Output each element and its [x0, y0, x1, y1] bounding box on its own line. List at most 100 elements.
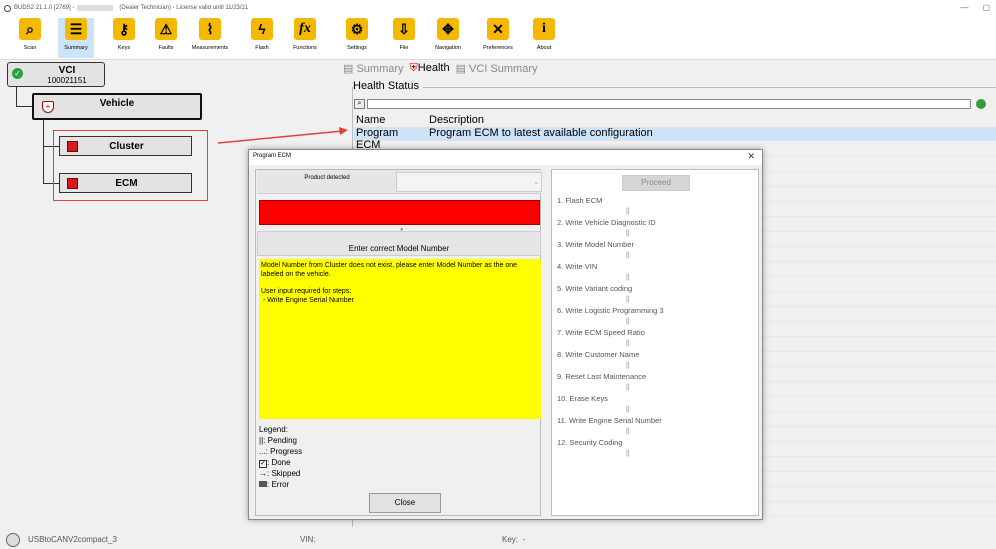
redacted-username: [77, 5, 114, 11]
toolbar-faults-button[interactable]: ⚠ Faults: [151, 18, 181, 58]
col-name-header[interactable]: Name: [354, 114, 425, 127]
message-text: - Write Engine Serial Number: [261, 297, 354, 304]
table-row[interactable]: Program ECM Program ECM to latest availa…: [354, 127, 996, 151]
product-row: Product detected ⌄: [257, 170, 542, 194]
toolbar-settings-label: Settings: [347, 45, 367, 51]
device-name: USBtoCANV2compact_3: [28, 535, 117, 544]
pending-mark: ||: [626, 274, 630, 281]
legend-error: : Error: [267, 480, 290, 489]
pending-mark: ||: [626, 362, 630, 369]
tree-node-vehicle[interactable]: + Vehicle: [32, 93, 202, 120]
enter-model-label: Enter correct Model Number: [257, 231, 541, 256]
close-icon[interactable]: ✕: [747, 151, 755, 162]
vin-label: VIN:: [300, 535, 316, 544]
pending-mark: ||: [626, 406, 630, 413]
step-item: 3. Write Model Number: [557, 240, 634, 249]
step-item: 2. Write Vehicle Diagnostic ID: [557, 218, 656, 227]
dialog-steps-pane: Proceed 1. Flash ECM || 2. Write Vehicle…: [551, 169, 759, 516]
pending-mark: ||: [626, 384, 630, 391]
search-icon[interactable]: ⌕: [354, 99, 365, 109]
toolbar-navigation-button[interactable]: ✥ Navigation: [430, 18, 466, 58]
toolbar-keys-label: Keys: [117, 45, 131, 51]
toolbar-file-label: File: [399, 45, 409, 51]
legend: Legend: ||: Pending ...: Progress ✓: Don…: [259, 424, 302, 490]
col-description-header[interactable]: Description: [425, 114, 996, 127]
main-toolbar: ⌕ Scan ☰ Summary ⚷ Keys ⚠ Faults ⌇ Measu…: [0, 16, 996, 60]
legend-done-row: ✓: Done: [259, 457, 302, 468]
dialog-title: Program ECM: [253, 153, 292, 159]
faults-icon: ⚠: [155, 18, 177, 40]
toolbar-flash-label: Flash: [255, 45, 269, 51]
search-input[interactable]: [367, 99, 971, 109]
about-icon: i: [533, 18, 555, 40]
navigation-icon: ✥: [437, 18, 459, 40]
pending-mark: ||: [626, 318, 630, 325]
toolbar-file-button[interactable]: ⇩ File: [390, 18, 418, 58]
error-box-icon: [259, 481, 267, 487]
dialog-left-pane: Product detected ⌄ ↑ Enter correct Model…: [255, 169, 542, 516]
preferences-icon: ✕: [487, 18, 509, 40]
toolbar-navigation-label: Navigation: [435, 45, 461, 51]
health-status-title: Health Status: [353, 80, 424, 92]
view-tabs: ▤ Summary ⛨Health ▤ VCI Summary: [343, 62, 538, 75]
ecm-label: ECM: [115, 178, 138, 189]
toolbar-keys-button[interactable]: ⚷ Keys: [110, 18, 138, 58]
model-number-input[interactable]: [259, 200, 540, 225]
go-icon[interactable]: [976, 99, 986, 109]
toolbar-preferences-label: Preferences: [483, 45, 513, 51]
tree-node-ecm[interactable]: ECM: [59, 173, 192, 193]
window-title-prefix: BUDS2 21.1.0 [2769] -: [14, 5, 75, 11]
statusbar: USBtoCANV2compact_3 VIN: Key: -: [0, 531, 996, 549]
close-button[interactable]: Close: [369, 493, 441, 513]
flash-icon: ϟ: [251, 18, 273, 40]
tab-health-label: Health: [417, 62, 450, 74]
chevron-down-icon: ⌄: [533, 179, 539, 186]
proceed-button[interactable]: Proceed: [622, 175, 690, 191]
toolbar-summary-label: Summary: [64, 45, 88, 51]
legend-pending: ||: Pending: [259, 436, 297, 445]
toolbar-measurements-label: Measurements: [191, 45, 229, 51]
tab-summary-label: Summary: [356, 63, 404, 75]
toolbar-flash-button[interactable]: ϟ Flash: [248, 18, 276, 58]
toolbar-functions-button[interactable]: fx Functions: [287, 18, 323, 58]
file-icon: ⇩: [393, 18, 415, 40]
cluster-label: Cluster: [109, 141, 144, 152]
pending-mark: ||: [626, 252, 630, 259]
tree-connector: [16, 87, 17, 107]
legend-done: : Done: [267, 458, 291, 467]
step-item: 6. Write Logistic Programming 3: [557, 306, 664, 315]
health-tab-icon: ⛨: [409, 62, 418, 74]
steps-list: 1. Flash ECM || 2. Write Vehicle Diagnos…: [557, 196, 757, 460]
pending-mark: ||: [626, 230, 630, 237]
settings-icon: ⚙: [346, 18, 368, 40]
summary-tab-icon: ▤: [343, 63, 354, 75]
minimize-button[interactable]: —: [960, 3, 968, 12]
step-item: 11. Write Engine Serial Number: [557, 416, 662, 425]
toolbar-settings-button[interactable]: ⚙ Settings: [343, 18, 371, 58]
toolbar-summary-button[interactable]: ☰ Summary: [58, 18, 94, 58]
toolbar-about-button[interactable]: i About: [530, 18, 558, 58]
tab-summary[interactable]: ▤ Summary: [343, 62, 404, 75]
toolbar-functions-label: Functions: [293, 45, 317, 51]
tree-node-vci[interactable]: ✓ VCI 100021151: [7, 62, 105, 87]
tree-node-cluster[interactable]: Cluster: [59, 136, 192, 156]
toolbar-scan-button[interactable]: ⌕ Scan: [16, 18, 44, 58]
pending-mark: ||: [626, 428, 630, 435]
window-titlebar: BUDS2 21.1.0 [2769] - (Dealer Technician…: [0, 0, 996, 16]
product-select[interactable]: ⌄: [396, 172, 542, 192]
vci-summary-tab-icon: ▤: [455, 63, 466, 75]
tab-vci-summary[interactable]: ▤ VCI Summary: [456, 62, 538, 75]
toolbar-measurements-button[interactable]: ⌇ Measurements: [185, 18, 235, 58]
tab-vci-summary-label: VCI Summary: [469, 63, 538, 75]
step-item: 7. Write ECM Speed Ratio: [557, 328, 645, 337]
window-title-suffix: (Dealer Technician) - License valid unti…: [119, 5, 249, 11]
step-item: 1. Flash ECM: [557, 196, 603, 205]
pending-mark: ||: [626, 450, 630, 457]
maximize-button[interactable]: ▢: [982, 3, 990, 12]
tab-health[interactable]: ⛨Health: [410, 62, 450, 75]
message-box: Model Number from Cluster does not exist…: [259, 259, 541, 419]
program-ecm-dialog: Program ECM ✕ Product detected ⌄ ↑ Enter…: [248, 149, 763, 520]
summary-icon: ☰: [65, 18, 87, 40]
message-text: Model Number from Cluster does not exist…: [261, 262, 518, 278]
toolbar-preferences-button[interactable]: ✕ Preferences: [478, 18, 518, 58]
